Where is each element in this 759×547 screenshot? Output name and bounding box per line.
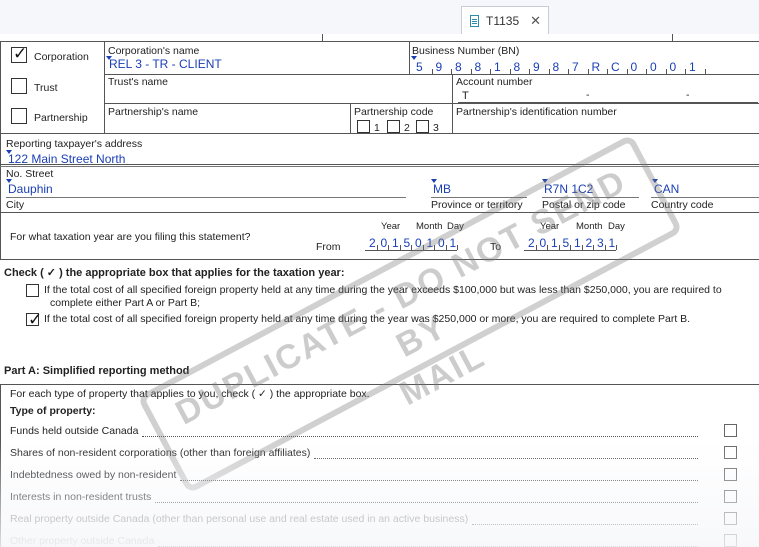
option2-checkbox[interactable] xyxy=(26,310,42,330)
comb-digit: 8 xyxy=(455,60,462,74)
document-tab[interactable]: T1135 ✕ xyxy=(461,6,549,34)
partnership-code-2-checkbox[interactable] xyxy=(387,120,400,133)
option1-text-line2: complete either Part A or Part B; xyxy=(50,297,200,309)
comb-digit: 8 xyxy=(474,60,482,74)
property-label: Funds held outside Canada xyxy=(10,425,139,437)
comb-tick xyxy=(685,69,686,74)
comb-digit: C xyxy=(611,60,620,74)
property-checkbox[interactable] xyxy=(724,490,737,503)
comb-baseline xyxy=(412,74,705,75)
from-month-label: Month xyxy=(416,221,443,232)
partnership-code-1-checkbox[interactable] xyxy=(357,120,370,133)
comb-tick xyxy=(376,245,378,250)
comb-tick xyxy=(490,69,491,74)
corporation-checkbox[interactable] xyxy=(11,44,27,64)
from-year-label: Year xyxy=(381,221,401,232)
account-prefix[interactable]: T xyxy=(462,90,469,102)
partnership-checkbox[interactable] xyxy=(11,108,27,124)
trust-checkbox[interactable] xyxy=(11,78,27,94)
partnership-id-label: Partnership's identification number xyxy=(456,106,617,118)
comb-digit: 0 xyxy=(650,60,657,74)
comb-digit: 7 xyxy=(572,60,579,74)
comb-tick xyxy=(568,69,569,74)
check-heading: Check ( ✓ ) the appropriate box that app… xyxy=(4,267,345,279)
property-label: Indebtedness owed by non-resident xyxy=(10,469,177,481)
comb-digit: 5 xyxy=(416,60,423,74)
street-field[interactable]: 122 Main Street North xyxy=(8,152,125,166)
account-separator: - xyxy=(686,89,690,101)
corp-name-label: Corporation's name xyxy=(108,45,200,57)
corp-name-field[interactable]: REL 3 - TR - CLIENT xyxy=(109,57,222,71)
comb-digit: 8 xyxy=(513,60,521,74)
comb-digit: 9 xyxy=(435,60,443,74)
partA-title: Part A: Simplified reporting method xyxy=(4,365,190,377)
province-field[interactable]: MB xyxy=(433,182,451,196)
comb-digit: 1 xyxy=(689,60,696,74)
partnership-label: Partnership xyxy=(34,112,88,124)
account-label: Account number xyxy=(456,76,533,88)
comb-tick xyxy=(431,69,433,74)
partnership-code-3-label: 3 xyxy=(433,122,439,134)
bn-label: Business Number (BN) xyxy=(412,45,520,57)
comb-tick xyxy=(665,69,667,74)
comb-tick xyxy=(646,69,647,74)
city-label: City xyxy=(6,199,25,211)
leader-dots xyxy=(314,457,698,459)
address-label: Reporting taxpayer's address xyxy=(6,138,143,150)
comb-digit: 0 xyxy=(380,236,388,250)
form-sheet: Corporation Trust Partnership Corporatio… xyxy=(0,34,759,547)
property-label: Real property outside Canada (other than… xyxy=(10,513,469,525)
property-label: Interests in non-resident trusts xyxy=(10,491,152,503)
partnership-name-label: Partnership's name xyxy=(108,106,199,118)
trust-label: Trust xyxy=(34,82,58,94)
comb-digit: 0 xyxy=(630,60,638,74)
comb-digit: R xyxy=(591,60,601,74)
close-icon[interactable]: ✕ xyxy=(530,13,541,29)
comb-tick xyxy=(509,69,511,74)
comb-digit: 2 xyxy=(369,236,376,250)
from-label: From xyxy=(316,241,341,253)
partnership-code-2-label: 2 xyxy=(404,122,410,134)
property-label: Other property outside Canada xyxy=(10,535,155,547)
comb-digit: 1 xyxy=(494,60,501,74)
partnership-code-label: Partnership code xyxy=(354,106,434,118)
comb-tick xyxy=(548,69,550,74)
tab-title: T1135 xyxy=(486,13,520,28)
account-baseline xyxy=(458,102,758,103)
partnership-code-1-label: 1 xyxy=(374,122,380,134)
comb-digit: 5 xyxy=(403,236,411,250)
comb-tick xyxy=(607,69,608,74)
property-checkbox[interactable] xyxy=(724,424,737,437)
comb-digit: 0 xyxy=(669,60,677,74)
comb-digit: 9 xyxy=(533,60,540,74)
property-checkbox[interactable] xyxy=(724,534,737,547)
comb-tick xyxy=(451,69,452,74)
bn-field[interactable]: 598818987RC0001 xyxy=(412,59,706,75)
comb-tick xyxy=(529,69,530,74)
street-label: No. Street xyxy=(6,168,54,180)
comb-tick xyxy=(587,69,589,74)
property-checkbox[interactable] xyxy=(724,468,737,481)
comb-tick xyxy=(388,245,389,250)
corporation-label: Corporation xyxy=(34,51,89,63)
city-field[interactable]: Dauphin xyxy=(8,182,53,196)
document-icon xyxy=(470,14,479,27)
comb-digit: 1 xyxy=(392,236,399,250)
leader-dots xyxy=(472,523,698,525)
property-checkbox[interactable] xyxy=(724,446,737,459)
account-separator: - xyxy=(586,89,590,101)
comb-tick xyxy=(704,69,706,74)
comb-tick xyxy=(399,245,401,250)
comb-tick xyxy=(470,69,472,74)
option1-checkbox[interactable] xyxy=(26,284,39,297)
type-of-property-heading: Type of property: xyxy=(10,405,96,417)
comb-tick xyxy=(626,69,628,74)
comb-digit: 8 xyxy=(552,60,560,74)
property-checkbox[interactable] xyxy=(724,512,737,525)
partnership-code-3-checkbox[interactable] xyxy=(416,120,429,133)
trust-name-label: Trust's name xyxy=(108,76,168,88)
taxyear-question: For what taxation year are you filing th… xyxy=(10,231,251,243)
